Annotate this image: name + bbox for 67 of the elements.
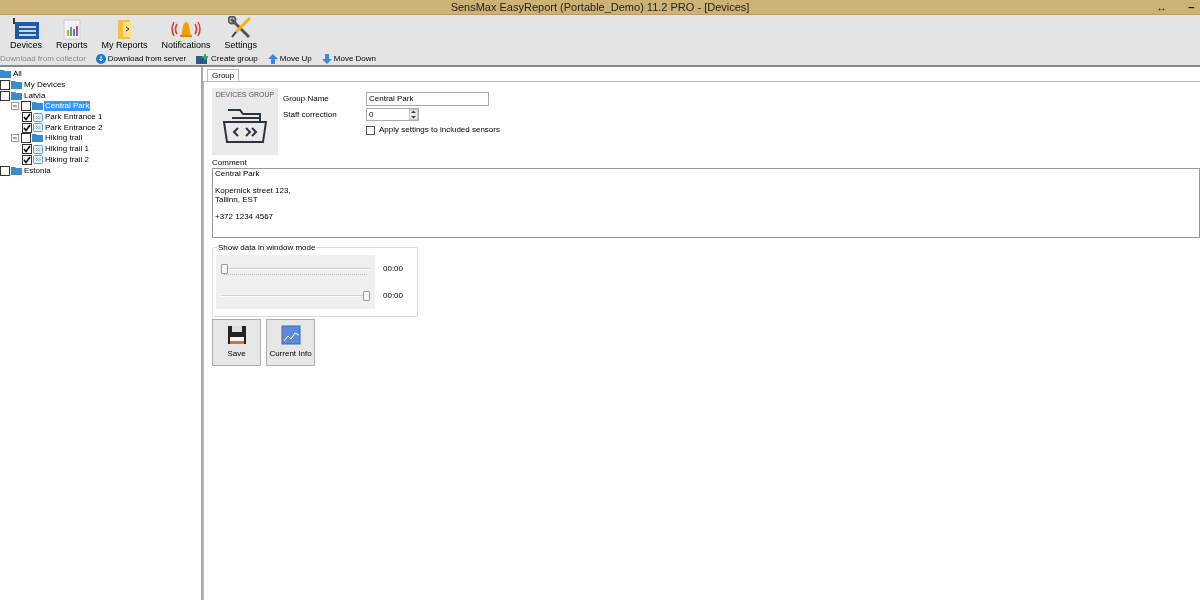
wrench-icon bbox=[227, 16, 254, 40]
line-chart-icon bbox=[280, 325, 301, 345]
tree-item[interactable]: Park Entrance 1 bbox=[44, 112, 104, 123]
spinner-arrows-icon bbox=[409, 109, 418, 120]
up-arrow-icon bbox=[267, 53, 278, 64]
folder-icon bbox=[11, 166, 22, 175]
folder-icon bbox=[11, 91, 22, 100]
time-reading: 00:00 bbox=[383, 262, 404, 275]
sensor-icon bbox=[33, 155, 43, 165]
tab[interactable]: Group bbox=[207, 69, 240, 81]
add-folder-icon bbox=[196, 53, 210, 64]
tree-item[interactable]: All bbox=[12, 69, 23, 80]
toolbar-button[interactable]: Settings bbox=[220, 16, 262, 50]
tree-item[interactable]: Estonia bbox=[23, 165, 52, 176]
time-slider[interactable] bbox=[221, 263, 370, 274]
tree-item[interactable]: Hiking trail 2 bbox=[44, 154, 90, 165]
download-circle-icon bbox=[95, 53, 106, 64]
folder-icon bbox=[11, 81, 22, 90]
time-slider[interactable] bbox=[221, 290, 370, 301]
folder-icon bbox=[0, 70, 11, 79]
apply-checkbox[interactable] bbox=[366, 125, 375, 135]
sensor-icon bbox=[33, 144, 43, 154]
tree-item[interactable]: My Devices bbox=[23, 80, 67, 91]
toolbar-button[interactable]: Devices bbox=[6, 16, 46, 50]
toolbar-button[interactable]: Notifications bbox=[157, 16, 215, 50]
tree-checkbox[interactable] bbox=[21, 133, 31, 144]
tree-item[interactable]: Hiking trail bbox=[44, 133, 84, 144]
folder-icon bbox=[32, 102, 43, 111]
window-mode-title: Show data in window mode bbox=[217, 243, 317, 252]
tree-item[interactable]: Park Entrance 2 bbox=[44, 122, 104, 133]
toolbar-button[interactable]: My Reports bbox=[97, 16, 152, 50]
comment-label: Comment bbox=[212, 158, 248, 168]
window-title: SensMax EasyReport (Portable_Demo) 11.2 PRO - [Devices] bbox=[450, 1, 750, 13]
tree-checkbox[interactable] bbox=[0, 165, 10, 176]
minimize-glyph[interactable]: ‒ bbox=[1188, 2, 1194, 13]
tree-checkbox[interactable] bbox=[22, 144, 32, 155]
toolbar-action[interactable]: Move Up bbox=[267, 53, 312, 64]
device-list-icon bbox=[12, 18, 40, 40]
tree-checkbox[interactable] bbox=[22, 154, 32, 165]
tree-checkbox[interactable] bbox=[22, 112, 32, 123]
sensor-icon bbox=[33, 123, 43, 133]
apply-settings-label: Apply settings to included sensors bbox=[379, 124, 500, 136]
toolbar-button[interactable]: Reports bbox=[52, 16, 92, 50]
restore-glyph[interactable]: ↔ bbox=[1156, 2, 1167, 13]
tree-checkbox[interactable] bbox=[0, 90, 10, 101]
toolbar-action[interactable]: Move Down bbox=[321, 53, 377, 64]
group-name-field[interactable]: Central Park bbox=[366, 91, 489, 106]
comment-field[interactable]: Central Park Kopernick street 123, Tallinn, EST +372 1234 4567 bbox=[212, 168, 1200, 238]
time-reading: 00:00 bbox=[383, 289, 404, 302]
folder-icon bbox=[32, 134, 43, 143]
toolbar-action[interactable]: Create group bbox=[196, 53, 258, 64]
expander-toggle[interactable] bbox=[11, 102, 19, 111]
down-arrow-icon bbox=[321, 53, 332, 64]
tree-checkbox[interactable] bbox=[22, 122, 32, 133]
group-name-label: Group Name bbox=[283, 92, 330, 105]
expander-toggle[interactable] bbox=[11, 134, 19, 143]
toolbar-action[interactable]: Download from server bbox=[95, 53, 187, 64]
tree-item[interactable]: Latvia bbox=[23, 90, 47, 101]
tree-item[interactable]: Hiking trail 1 bbox=[44, 144, 90, 155]
staff-correction-label: Staff correction bbox=[283, 108, 338, 121]
current-info-button[interactable]: Current Info bbox=[266, 319, 315, 366]
chart-icon bbox=[60, 18, 83, 40]
tree-checkbox[interactable] bbox=[21, 101, 31, 112]
sensor-icon bbox=[33, 112, 43, 122]
tree-checkbox[interactable] bbox=[0, 80, 10, 91]
staff-correction-spinner[interactable]: 0 bbox=[366, 108, 419, 121]
save-button[interactable]: Save bbox=[212, 319, 261, 366]
